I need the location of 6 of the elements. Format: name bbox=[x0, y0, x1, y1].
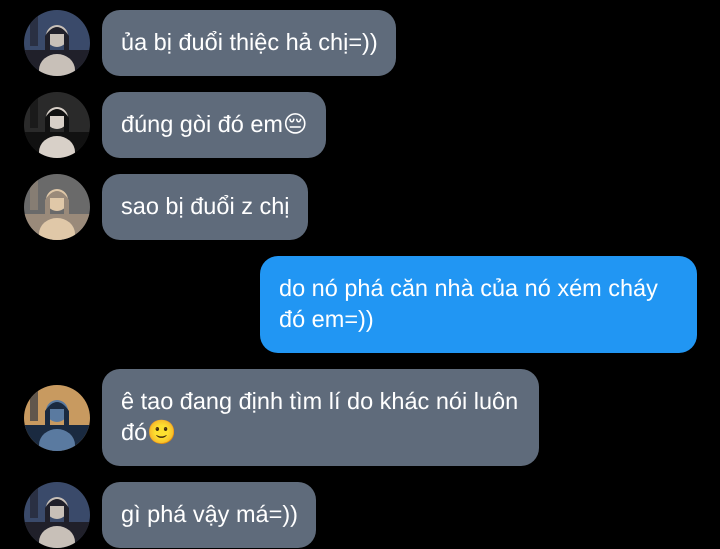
message-bubble: sao bị đuổi z chị bbox=[102, 174, 308, 240]
message-bubble: do nó phá căn nhà của nó xém cháy đó em=)) bbox=[260, 256, 697, 353]
message-bubble: gì phá vậy má=)) bbox=[102, 482, 316, 548]
message-bubble: ủa bị đuổi thiệc hả chị=)) bbox=[102, 10, 396, 76]
message-bubble: đúng gòi đó em😔 bbox=[102, 92, 326, 158]
message-bubble: ê tao đang định tìm lí do khác nói luôn đó🙂 bbox=[102, 369, 539, 466]
